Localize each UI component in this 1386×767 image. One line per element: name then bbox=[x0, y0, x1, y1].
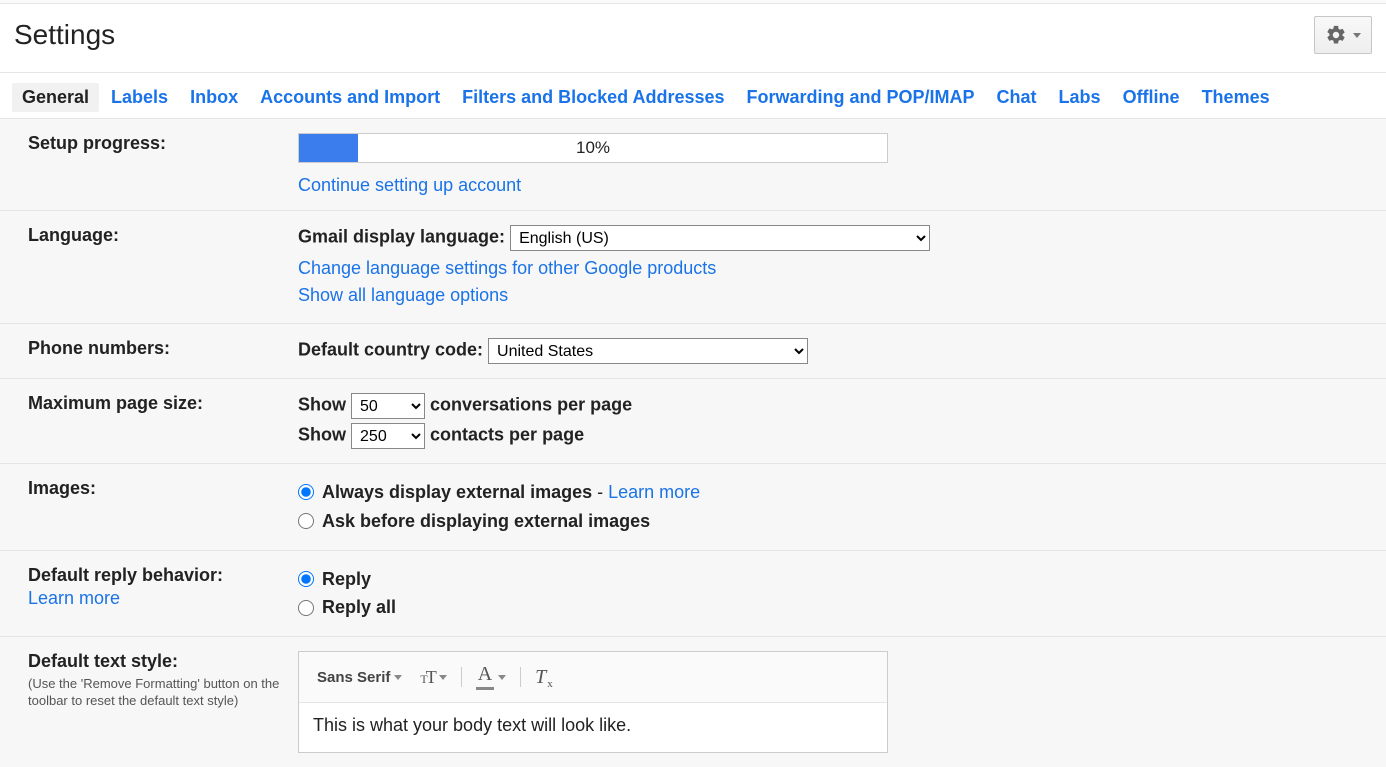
tab-general[interactable]: General bbox=[12, 83, 99, 112]
text-style-box: Sans Serif TT A T bbox=[298, 651, 888, 753]
show-all-languages-link[interactable]: Show all language options bbox=[298, 285, 508, 305]
images-always-label: Always display external images bbox=[322, 482, 592, 502]
tab-filters[interactable]: Filters and Blocked Addresses bbox=[462, 87, 724, 108]
tab-labs[interactable]: Labs bbox=[1059, 87, 1101, 108]
continue-setup-link[interactable]: Continue setting up account bbox=[298, 175, 1358, 196]
text-style-hint: (Use the 'Remove Formatting' button on t… bbox=[28, 676, 288, 710]
country-code-label: Default country code: bbox=[298, 340, 483, 360]
font-size-picker[interactable]: TT bbox=[416, 665, 450, 690]
setup-progress-label: Setup progress: bbox=[28, 133, 298, 196]
settings-header: Settings bbox=[0, 4, 1386, 73]
row-page-size: Maximum page size: Show 50 conversations… bbox=[0, 379, 1386, 464]
images-label: Images: bbox=[28, 478, 298, 536]
contacts-per-page-select[interactable]: 250 bbox=[351, 423, 425, 449]
reply-label: Reply bbox=[322, 565, 371, 594]
conversations-per-page-select[interactable]: 50 bbox=[351, 393, 425, 419]
reply-all-label: Reply all bbox=[322, 593, 396, 622]
setup-progress-bar: 10% bbox=[298, 133, 888, 163]
tab-chat[interactable]: Chat bbox=[997, 87, 1037, 108]
display-language-label: Gmail display language: bbox=[298, 227, 505, 247]
settings-gear-button[interactable] bbox=[1314, 16, 1372, 54]
tab-forwarding[interactable]: Forwarding and POP/IMAP bbox=[747, 87, 975, 108]
toolbar-separator bbox=[520, 667, 521, 687]
show-text-2: Show bbox=[298, 425, 346, 445]
tab-accounts[interactable]: Accounts and Import bbox=[260, 87, 440, 108]
remove-formatting-button[interactable]: T bbox=[531, 664, 556, 691]
progress-percent: 10% bbox=[299, 134, 887, 162]
tab-offline[interactable]: Offline bbox=[1123, 87, 1180, 108]
gear-icon bbox=[1325, 24, 1347, 46]
country-code-select[interactable]: United States bbox=[488, 338, 808, 364]
reply-radio[interactable] bbox=[298, 571, 314, 587]
reply-behavior-label: Default reply behavior: bbox=[28, 565, 223, 585]
caret-down-icon bbox=[498, 675, 506, 680]
text-style-toolbar: Sans Serif TT A T bbox=[299, 652, 887, 703]
text-style-label: Default text style: bbox=[28, 651, 178, 671]
tab-themes[interactable]: Themes bbox=[1202, 87, 1270, 108]
images-learn-more-link[interactable]: Learn more bbox=[608, 482, 700, 502]
text-color-icon: A bbox=[476, 664, 494, 690]
images-ask-label: Ask before displaying external images bbox=[322, 507, 650, 536]
show-text-1: Show bbox=[298, 395, 346, 415]
images-dash: - bbox=[592, 482, 608, 502]
row-images: Images: Always display external images -… bbox=[0, 464, 1386, 551]
row-phone-numbers: Phone numbers: Default country code: Uni… bbox=[0, 324, 1386, 379]
reply-all-radio[interactable] bbox=[298, 600, 314, 616]
tab-labels[interactable]: Labels bbox=[111, 87, 168, 108]
caret-down-icon bbox=[1353, 33, 1361, 38]
page-title: Settings bbox=[14, 19, 115, 51]
page-size-label: Maximum page size: bbox=[28, 393, 298, 449]
contacts-suffix: contacts per page bbox=[430, 425, 584, 445]
row-reply-behavior: Default reply behavior: Learn more Reply… bbox=[0, 551, 1386, 638]
row-setup-progress: Setup progress: 10% Continue setting up … bbox=[0, 119, 1386, 211]
language-label: Language: bbox=[28, 225, 298, 309]
caret-down-icon bbox=[394, 675, 402, 680]
caret-down-icon bbox=[439, 675, 447, 680]
settings-tabs: General Labels Inbox Accounts and Import… bbox=[0, 73, 1386, 119]
remove-formatting-icon: T bbox=[535, 666, 552, 689]
font-family-name: Sans Serif bbox=[317, 669, 390, 686]
tab-inbox[interactable]: Inbox bbox=[190, 87, 238, 108]
conversations-suffix: conversations per page bbox=[430, 395, 632, 415]
change-language-link[interactable]: Change language settings for other Googl… bbox=[298, 258, 716, 278]
images-always-radio[interactable] bbox=[298, 484, 314, 500]
row-text-style: Default text style: (Use the 'Remove For… bbox=[0, 637, 1386, 767]
reply-learn-more-link[interactable]: Learn more bbox=[28, 588, 120, 609]
display-language-select[interactable]: English (US) bbox=[510, 225, 930, 251]
phone-numbers-label: Phone numbers: bbox=[28, 338, 298, 364]
toolbar-separator bbox=[461, 667, 462, 687]
text-style-preview: This is what your body text will look li… bbox=[299, 703, 887, 752]
images-ask-radio[interactable] bbox=[298, 513, 314, 529]
row-language: Language: Gmail display language: Englis… bbox=[0, 211, 1386, 324]
font-family-picker[interactable]: Sans Serif bbox=[313, 667, 406, 688]
text-color-picker[interactable]: A bbox=[472, 662, 510, 692]
text-size-icon: TT bbox=[420, 667, 434, 688]
